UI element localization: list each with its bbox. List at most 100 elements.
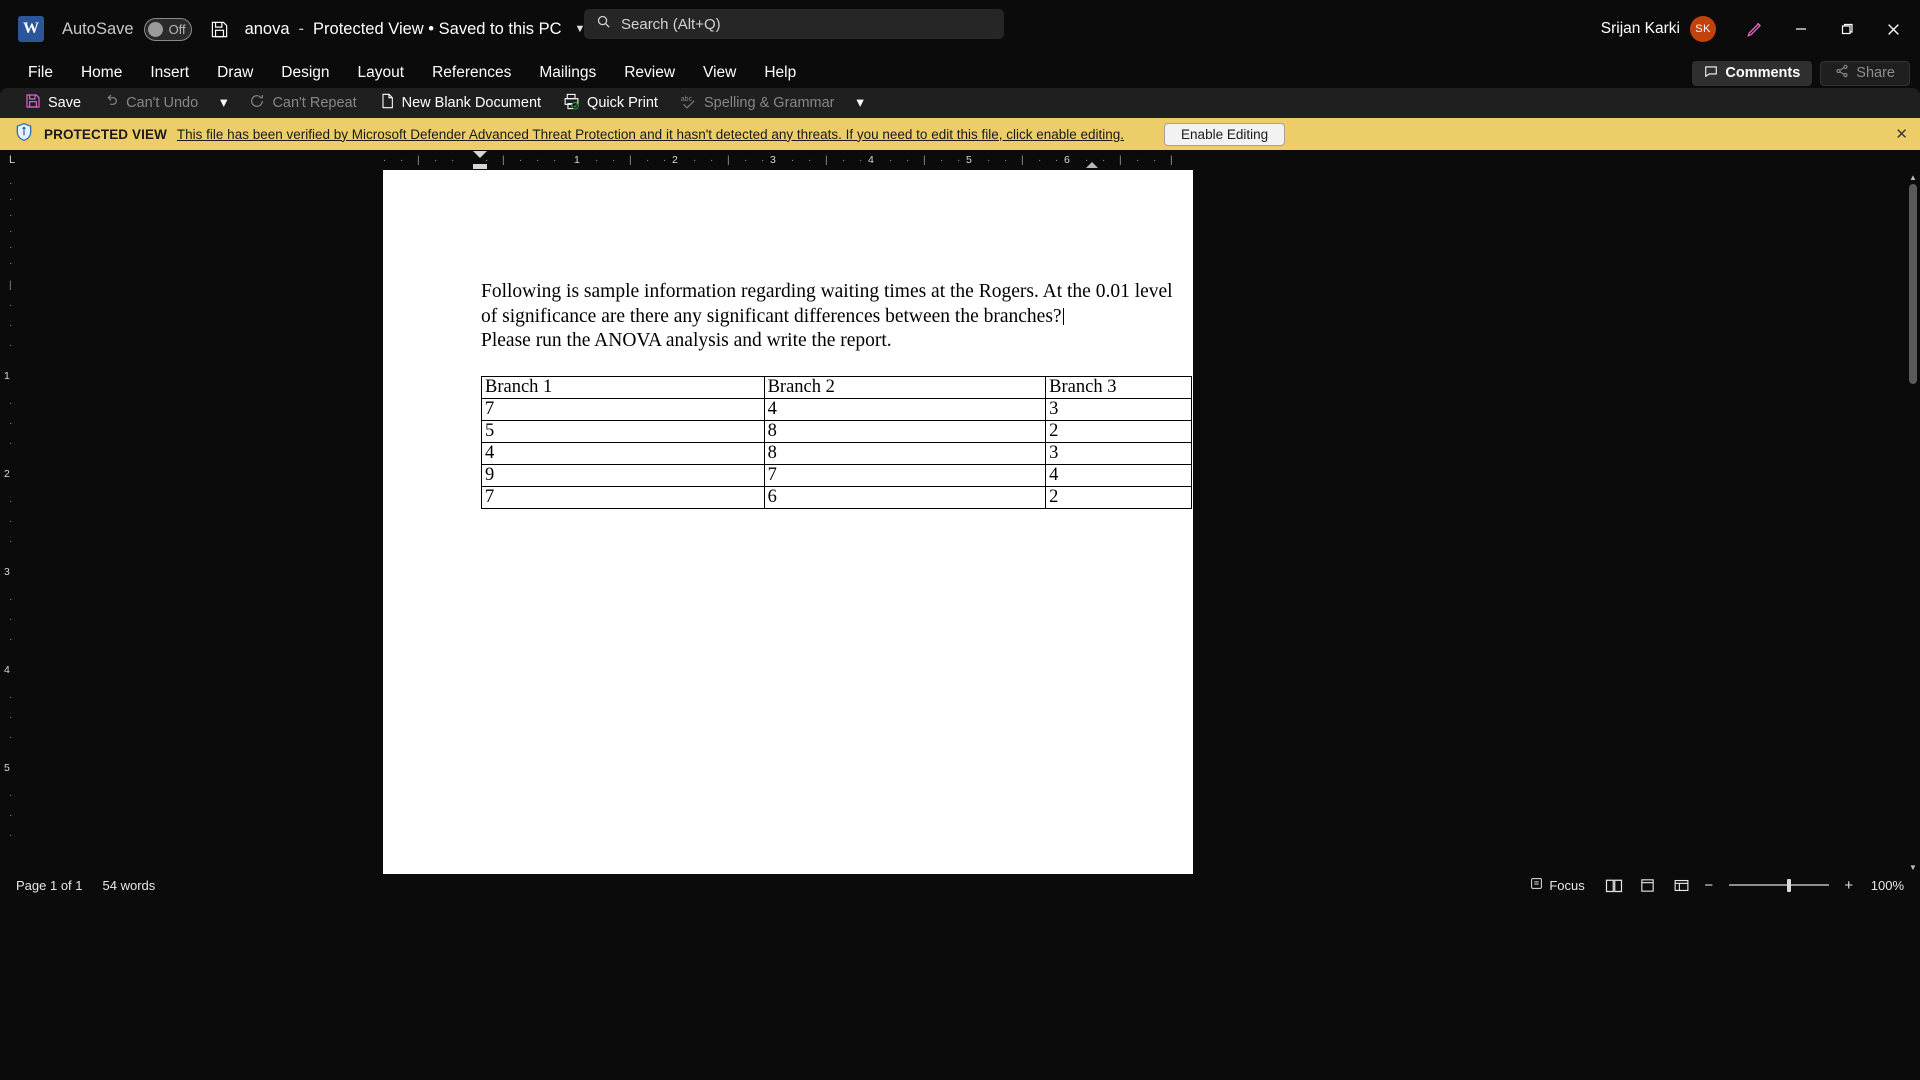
share-label: Share — [1856, 65, 1895, 81]
tab-references[interactable]: References — [418, 60, 525, 86]
print-layout-icon[interactable] — [1633, 875, 1663, 895]
protected-view-banner: PROTECTED VIEW This file has been verifi… — [0, 118, 1920, 150]
vruler-mark-4: 4 — [4, 664, 10, 676]
table-cell[interactable]: 6 — [763, 485, 1047, 509]
ruler-mark-3: 3 — [770, 154, 776, 166]
document-workspace: · · · · · · | · · · 1 · · · 2 · · · 3 · … — [0, 170, 1920, 874]
autosave-toggle[interactable]: Off — [143, 17, 192, 41]
share-icon — [1835, 64, 1849, 82]
table-cell[interactable]: 7 — [763, 463, 1047, 487]
table-cell[interactable]: 7 — [481, 485, 765, 509]
comments-button[interactable]: Comments — [1692, 60, 1813, 86]
restore-button[interactable] — [1824, 0, 1870, 58]
qat-overflow-chevron-down-icon[interactable]: ▾ — [846, 88, 875, 118]
focus-button[interactable]: Focus — [1520, 877, 1594, 893]
ruler-corner-tab-selector[interactable]: L — [0, 154, 24, 166]
tab-mailings[interactable]: Mailings — [525, 60, 610, 86]
table-row: 9 7 4 — [481, 463, 1192, 487]
web-layout-icon[interactable] — [1667, 875, 1697, 895]
protected-view-message[interactable]: This file has been verified by Microsoft… — [177, 127, 1124, 142]
tab-review[interactable]: Review — [610, 60, 689, 86]
zoom-slider-handle[interactable] — [1786, 878, 1791, 892]
tab-draw[interactable]: Draw — [203, 60, 267, 86]
tab-view[interactable]: View — [689, 60, 750, 86]
ruler-mark-6: 6 — [1064, 154, 1070, 166]
new-blank-document-button[interactable]: New Blank Document — [368, 88, 552, 118]
comment-icon — [1704, 64, 1718, 82]
table-cell[interactable]: 8 — [763, 441, 1047, 465]
undo-dropdown-chevron-down-icon[interactable]: ▾ — [209, 88, 238, 118]
table-cell[interactable]: 8 — [763, 419, 1047, 443]
scroll-down-icon[interactable]: ▼ — [1906, 860, 1920, 874]
left-indent-marker[interactable] — [473, 164, 487, 169]
document-canvas[interactable]: Following is sample information regardin… — [24, 170, 1920, 874]
printer-icon — [563, 93, 580, 114]
share-button[interactable]: Share — [1820, 60, 1910, 86]
table-row: 4 8 3 — [481, 441, 1192, 465]
quick-print-button[interactable]: Quick Print — [552, 88, 669, 118]
table-header-branch-2: Branch 2 — [763, 375, 1047, 399]
search-placeholder: Search (Alt+Q) — [621, 15, 721, 33]
undo-button[interactable]: Can't Undo — [92, 88, 209, 118]
search-input[interactable]: Search (Alt+Q) — [584, 9, 1004, 39]
comments-label: Comments — [1725, 65, 1801, 81]
table-cell[interactable]: 7 — [481, 397, 765, 421]
data-table[interactable]: Branch 1 Branch 2 Branch 3 7 4 3 5 8 2 4… — [481, 375, 1192, 509]
paragraph-line-3: Please run the ANOVA analysis and write … — [481, 330, 892, 351]
table-cell[interactable]: 4 — [763, 397, 1047, 421]
info-shield-icon — [14, 122, 34, 147]
banner-close-icon[interactable]: ✕ — [1895, 125, 1908, 143]
avatar[interactable]: SK — [1690, 16, 1716, 42]
vertical-ruler[interactable]: · · · · · · | · · · 1 · · · 2 · · · 3 · … — [0, 170, 24, 874]
minimize-button[interactable] — [1778, 0, 1824, 58]
autosave-toggle-knob — [147, 21, 163, 37]
spellcheck-icon: abc — [680, 93, 697, 114]
ruler-mark-2: 2 — [672, 154, 678, 166]
read-mode-icon[interactable] — [1599, 875, 1629, 895]
ribbon-right-group: Comments Share — [1692, 58, 1910, 88]
scroll-up-icon[interactable]: ▲ — [1906, 170, 1920, 184]
table-cell[interactable]: 3 — [1045, 397, 1192, 421]
table-cell[interactable]: 2 — [1045, 485, 1192, 509]
table-cell[interactable]: 4 — [1045, 463, 1192, 487]
zoom-in-button[interactable]: + — [1841, 877, 1857, 894]
table-cell[interactable]: 3 — [1045, 441, 1192, 465]
tab-help[interactable]: Help — [750, 60, 810, 86]
paragraph-line-2: of significance are there any significan… — [481, 305, 1193, 330]
close-button[interactable] — [1870, 0, 1916, 58]
zoom-level[interactable]: 100% — [1861, 878, 1914, 893]
right-indent-marker[interactable] — [1086, 162, 1098, 168]
save-button[interactable]: Save — [14, 88, 92, 118]
table-cell[interactable]: 4 — [481, 441, 765, 465]
vertical-scrollbar[interactable]: ▲ ▼ — [1906, 170, 1920, 874]
repeat-button[interactable]: Can't Repeat — [238, 88, 367, 118]
table-row: 7 6 2 — [481, 485, 1192, 509]
new-document-icon — [379, 93, 395, 113]
tab-design[interactable]: Design — [267, 60, 343, 86]
table-cell[interactable]: 9 — [481, 463, 765, 487]
first-line-indent-marker[interactable] — [473, 151, 487, 158]
page-indicator[interactable]: Page 1 of 1 — [6, 878, 93, 893]
autosave-state-label: Off — [168, 21, 186, 37]
word-count[interactable]: 54 words — [93, 878, 166, 893]
text-caret — [1062, 307, 1064, 325]
document-status: Protected View • Saved to this PC — [313, 19, 562, 38]
tab-layout[interactable]: Layout — [344, 60, 419, 86]
save-quick-icon[interactable] — [210, 20, 229, 39]
spelling-grammar-button[interactable]: abc Spelling & Grammar — [669, 88, 846, 118]
document-page[interactable]: Following is sample information regardin… — [383, 170, 1193, 874]
protected-view-label: PROTECTED VIEW — [44, 126, 167, 142]
tab-file[interactable]: File — [14, 60, 67, 86]
zoom-slider[interactable] — [1728, 875, 1829, 895]
enable-editing-button[interactable]: Enable Editing — [1164, 122, 1286, 146]
tab-home[interactable]: Home — [67, 60, 136, 86]
zoom-out-button[interactable]: − — [1701, 877, 1717, 894]
document-title-group[interactable]: anova - Protected View • Saved to this P… — [245, 20, 586, 39]
table-cell[interactable]: 5 — [481, 419, 765, 443]
table-header-row: Branch 1 Branch 2 Branch 3 — [481, 375, 1192, 399]
table-cell[interactable]: 2 — [1045, 419, 1192, 443]
tab-insert[interactable]: Insert — [136, 60, 203, 86]
ink-pen-icon[interactable] — [1732, 9, 1778, 49]
scrollbar-thumb[interactable] — [1909, 184, 1917, 384]
horizontal-ruler[interactable]: L · · | · · · | · · · 1 · · | · · 2 · · … — [0, 150, 1920, 170]
